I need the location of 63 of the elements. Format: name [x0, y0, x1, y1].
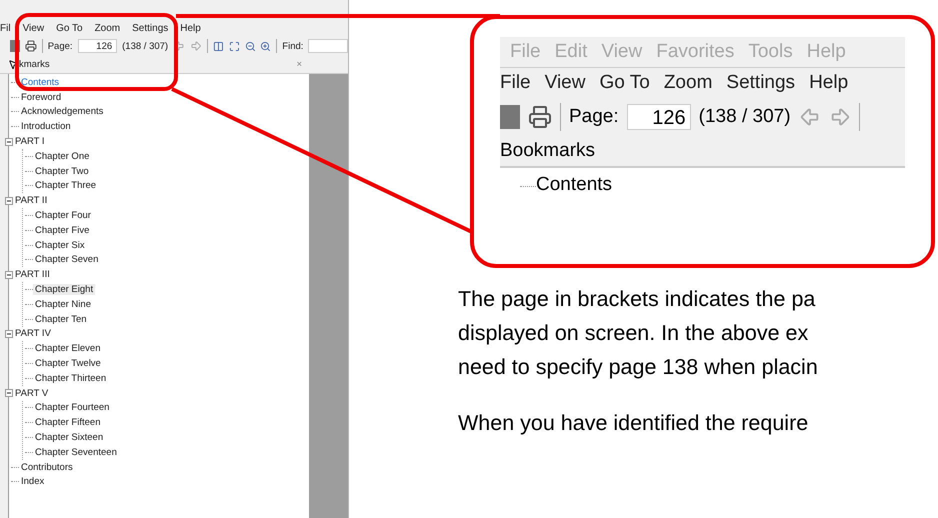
bookmark-item[interactable]: Chapter Eight	[33, 284, 96, 296]
bookmark-item[interactable]: Chapter One	[33, 150, 92, 162]
bookmark-item[interactable]: Chapter Nine	[33, 298, 93, 310]
page-count: (138 / 307)	[122, 40, 168, 52]
bookmark-item[interactable]: Chapter Three	[33, 180, 98, 192]
bookmark-item[interactable]: Chapter Seven	[33, 254, 100, 266]
bookmark-item[interactable]: Chapter Four	[33, 210, 93, 222]
bookmark-item[interactable]: PART III	[13, 269, 52, 280]
bookmark-item[interactable]: Foreword	[19, 92, 64, 103]
zoom-in-icon[interactable]	[260, 40, 272, 52]
page-field[interactable]: 126	[626, 104, 691, 130]
bookmark-item[interactable]: PART II	[13, 195, 50, 206]
bookmark-item[interactable]: Chapter Five	[33, 224, 92, 236]
bookmark-item[interactable]: PART I	[13, 136, 47, 148]
menu-item[interactable]: Help	[180, 22, 201, 34]
menu-item[interactable]: File	[500, 72, 531, 94]
print-icon[interactable]	[24, 40, 37, 52]
bookmark-item[interactable]: Index	[19, 476, 46, 488]
panel-title: kmarks	[19, 59, 50, 70]
menu-item[interactable]: View	[544, 72, 586, 94]
page-count: (138 / 307)	[698, 106, 791, 128]
page-field[interactable]: 126	[78, 39, 118, 53]
menu-item[interactable]: Go To	[599, 72, 650, 94]
bookmark-item[interactable]: PART V	[13, 388, 50, 399]
bookmark-item[interactable]: Chapter Sixteen	[33, 432, 106, 444]
instruction-paragraph: The page in brackets indicates the pa displayed on screen. In the above ex need to specify page 138 when placin	[458, 286, 819, 381]
bookmark-item[interactable]: Introduction	[19, 121, 73, 132]
bookmark-item[interactable]: Chapter Thirteen	[33, 372, 108, 384]
fit-page-icon[interactable]	[228, 40, 240, 52]
find-label: Find:	[282, 40, 304, 52]
bookmark-item[interactable]: Chapter Seventeen	[33, 446, 119, 458]
bookmark-item[interactable]: PART IV	[13, 328, 53, 340]
menu-item[interactable]: Help	[809, 72, 848, 94]
collapse-icon[interactable]	[5, 330, 13, 338]
menu-item[interactable]: Settings	[132, 22, 168, 34]
menu-item[interactable]: Fil	[0, 22, 11, 34]
bookmark-item[interactable]: Chapter Fourteen	[33, 402, 112, 414]
bookmark-item[interactable]: Chapter Two	[33, 166, 91, 177]
bookmark-item[interactable]: Contents	[536, 174, 612, 196]
bookmark-item[interactable]: Chapter Six	[33, 240, 87, 251]
collapse-icon[interactable]	[5, 389, 13, 398]
menu-item[interactable]: View	[22, 22, 44, 34]
menu-item[interactable]: Settings	[726, 72, 796, 94]
menu-item[interactable]: Go To	[56, 22, 83, 34]
page-label: Page:	[48, 40, 73, 52]
bookmark-item[interactable]: Contributors	[19, 462, 75, 473]
collapse-icon[interactable]	[5, 138, 13, 146]
bookmark-item[interactable]: Chapter Ten	[33, 314, 89, 325]
zoom-out-icon[interactable]	[244, 40, 256, 52]
collapse-icon[interactable]	[5, 196, 13, 205]
find-field[interactable]	[308, 39, 348, 53]
bookmark-item[interactable]: Chapter Fifteen	[33, 417, 102, 428]
bookmark-item[interactable]: Chapter Eleven	[33, 343, 102, 354]
print-icon[interactable]	[528, 105, 552, 129]
bookmark-item[interactable]: Chapter Twelve	[33, 358, 103, 370]
collapse-icon[interactable]	[5, 270, 13, 279]
menu-item[interactable]: Zoom	[94, 22, 120, 34]
page-label: Page:	[569, 106, 619, 128]
bookmark-item[interactable]: Acknowledgements	[19, 106, 106, 118]
menu-item[interactable]: Zoom	[664, 72, 712, 94]
bookmark-item[interactable]: Contents	[19, 76, 62, 88]
instruction-paragraph: When you have identified the require	[458, 410, 810, 437]
fit-width-icon[interactable]	[212, 40, 224, 52]
